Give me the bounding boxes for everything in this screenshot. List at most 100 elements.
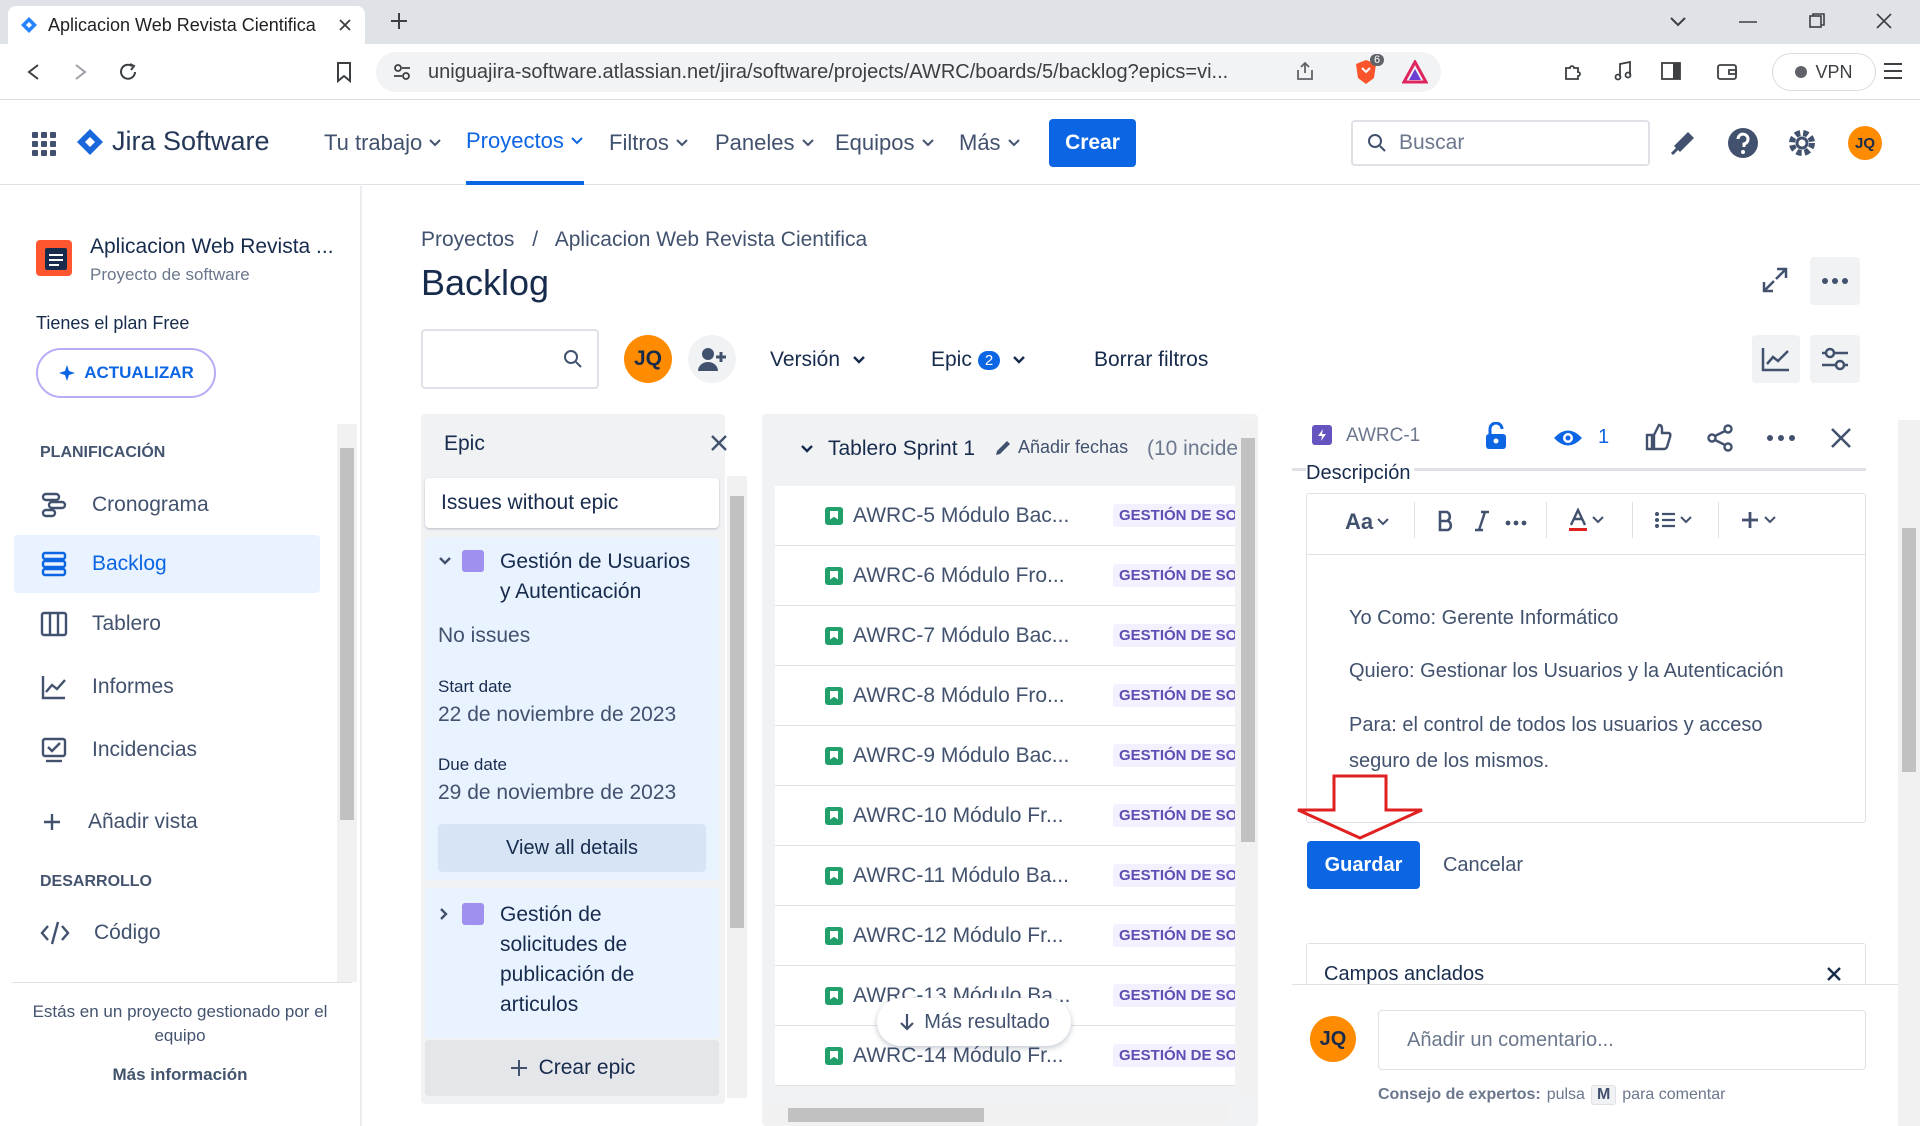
- sprint-hscroll-thumb[interactable]: [788, 1108, 984, 1122]
- insights-button[interactable]: [1752, 335, 1800, 383]
- clear-filters-button[interactable]: Borrar filtros: [1094, 340, 1208, 380]
- chevron-down-icon[interactable]: [800, 444, 814, 454]
- assignee-filter-avatar[interactable]: JQ: [624, 335, 672, 383]
- browser-tab[interactable]: Aplicacion Web Revista Cientifica: [8, 6, 365, 44]
- create-epic-button[interactable]: Crear epic: [425, 1040, 719, 1096]
- epic-panel-scrollbar-thumb[interactable]: [730, 496, 744, 928]
- brave-shield-icon[interactable]: 6: [1352, 54, 1385, 86]
- more-formatting-icon[interactable]: [1505, 520, 1527, 526]
- share-icon[interactable]: [1294, 60, 1316, 82]
- breadcrumb-project[interactable]: Aplicacion Web Revista Cientifica: [555, 228, 867, 251]
- help-icon[interactable]: [1727, 127, 1759, 159]
- sidebar-item-informes[interactable]: Informes: [40, 658, 320, 716]
- epic-panel-scrollbar[interactable]: [727, 476, 747, 1098]
- detail-scrollbar-thumb[interactable]: [1902, 528, 1916, 772]
- backlog-search-input[interactable]: [421, 329, 599, 389]
- issue-row[interactable]: AWRC-11 Módulo Ba... GESTIÓN DE SOLI: [775, 846, 1235, 906]
- close-panel-icon[interactable]: [1829, 426, 1853, 450]
- epic-lozenge[interactable]: GESTIÓN DE SOLI: [1113, 624, 1235, 647]
- text-style-dropdown[interactable]: Aa: [1345, 509, 1389, 535]
- epic-lozenge[interactable]: GESTIÓN DE SOLI: [1113, 984, 1235, 1007]
- extensions-icon[interactable]: [1562, 60, 1584, 82]
- close-epic-panel-icon[interactable]: [710, 434, 728, 452]
- issue-row[interactable]: AWRC-8 Módulo Fro... GESTIÓN DE SOLI: [775, 666, 1235, 726]
- view-settings-button[interactable]: [1810, 335, 1860, 383]
- insert-dropdown[interactable]: [1740, 510, 1776, 530]
- epic-lozenge[interactable]: GESTIÓN DE SOLI: [1113, 684, 1235, 707]
- epic-lozenge[interactable]: GESTIÓN DE SOLI: [1113, 1044, 1235, 1067]
- nav-proyectos[interactable]: Proyectos: [466, 100, 584, 185]
- cancel-button[interactable]: Cancelar: [1428, 841, 1538, 889]
- close-tab-icon[interactable]: [337, 17, 353, 33]
- more-dots-icon[interactable]: [1766, 434, 1796, 442]
- more-results-button[interactable]: Más resultado: [877, 998, 1071, 1046]
- fullscreen-icon[interactable]: [1760, 265, 1790, 295]
- nav-mas[interactable]: Más: [959, 100, 1021, 185]
- sidebar-scrollbar-thumb[interactable]: [340, 448, 354, 820]
- search-input[interactable]: Buscar: [1351, 120, 1650, 166]
- epic-name[interactable]: Gestión de solicitudes de publicación de…: [500, 900, 680, 1020]
- upgrade-button[interactable]: ACTUALIZAR: [36, 348, 216, 398]
- jira-logo[interactable]: Jira Software: [76, 126, 270, 157]
- epic-lozenge[interactable]: GESTIÓN DE SOLI: [1113, 864, 1235, 887]
- new-tab-icon[interactable]: [388, 10, 410, 32]
- chevron-down-icon[interactable]: [438, 556, 452, 566]
- add-people-button[interactable]: [688, 335, 736, 383]
- browser-menu-icon[interactable]: [1883, 62, 1903, 80]
- text-color-dropdown[interactable]: [1568, 508, 1604, 532]
- close-window-icon[interactable]: [1875, 12, 1893, 30]
- media-icon[interactable]: [1612, 60, 1634, 82]
- epic-lozenge[interactable]: GESTIÓN DE SOLI: [1113, 564, 1235, 587]
- watch-button[interactable]: 1: [1552, 426, 1609, 449]
- sprint-horizontal-scrollbar[interactable]: [766, 1104, 1228, 1124]
- more-actions-button[interactable]: [1810, 257, 1860, 305]
- tab-list-chevron-icon[interactable]: [1668, 14, 1688, 28]
- wallet-icon[interactable]: [1716, 60, 1738, 82]
- notifications-icon[interactable]: [1668, 128, 1698, 158]
- forward-icon[interactable]: [62, 54, 98, 90]
- sidebar-item-backlog[interactable]: Backlog: [14, 535, 320, 593]
- epic-lozenge[interactable]: GESTIÓN DE SOLI: [1113, 744, 1235, 767]
- bookmark-icon[interactable]: [326, 54, 362, 90]
- epic-lozenge[interactable]: GESTIÓN DE SOLI: [1113, 804, 1235, 827]
- issues-without-epic[interactable]: Issues without epic: [425, 478, 719, 528]
- vpn-button[interactable]: VPN: [1772, 53, 1876, 91]
- issue-row[interactable]: AWRC-7 Módulo Bac... GESTIÓN DE SOLI: [775, 606, 1235, 666]
- app-switcher-icon[interactable]: [30, 130, 58, 158]
- brave-rewards-icon[interactable]: [1402, 60, 1428, 84]
- share-icon[interactable]: [1706, 424, 1734, 452]
- nav-tu-trabajo[interactable]: Tu trabajo: [324, 100, 442, 185]
- save-button[interactable]: Guardar: [1307, 841, 1420, 889]
- issue-row[interactable]: AWRC-5 Módulo Bac... GESTIÓN DE SOLI: [775, 486, 1235, 546]
- breadcrumb-projects[interactable]: Proyectos: [421, 228, 514, 251]
- user-avatar[interactable]: JQ: [1848, 126, 1882, 160]
- issue-row[interactable]: AWRC-10 Módulo Fr... GESTIÓN DE SOLI: [775, 786, 1235, 846]
- sidebar-item-codigo[interactable]: Código: [40, 904, 320, 962]
- add-view-button[interactable]: Añadir vista: [40, 793, 320, 851]
- version-filter[interactable]: Versión: [770, 340, 866, 380]
- view-all-details-button[interactable]: View all details: [438, 824, 706, 872]
- add-dates-button[interactable]: Añadir fechas: [994, 437, 1128, 458]
- detail-scrollbar[interactable]: [1898, 420, 1920, 1126]
- issue-row[interactable]: AWRC-9 Módulo Bac... GESTIÓN DE SOLI: [775, 726, 1235, 786]
- nav-filtros[interactable]: Filtros: [609, 100, 689, 185]
- restore-icon[interactable]: [1808, 12, 1826, 30]
- close-pinned-icon[interactable]: [1826, 966, 1842, 982]
- epic-lozenge[interactable]: GESTIÓN DE SOLI: [1113, 924, 1235, 947]
- italic-icon[interactable]: [1474, 510, 1490, 532]
- reload-icon[interactable]: [110, 54, 146, 90]
- nav-paneles[interactable]: Paneles: [715, 100, 815, 185]
- thumbs-up-icon[interactable]: [1644, 423, 1672, 451]
- sidebar-item-cronograma[interactable]: Cronograma: [40, 476, 320, 534]
- epic-lozenge[interactable]: GESTIÓN DE SOLI: [1113, 504, 1235, 527]
- issue-row[interactable]: AWRC-6 Módulo Fro... GESTIÓN DE SOLI: [775, 546, 1235, 606]
- site-settings-icon[interactable]: [392, 62, 412, 82]
- minimize-icon[interactable]: [1738, 20, 1758, 24]
- chevron-right-icon[interactable]: [439, 907, 449, 921]
- issue-key[interactable]: AWRC-1: [1346, 425, 1420, 447]
- sprint-scrollbar-thumb[interactable]: [1241, 438, 1255, 842]
- sidebar-scrollbar[interactable]: [337, 424, 357, 982]
- settings-gear-icon[interactable]: [1786, 127, 1818, 159]
- address-bar[interactable]: uniguajira-software.atlassian.net/jira/s…: [376, 52, 1441, 92]
- bold-icon[interactable]: [1436, 510, 1456, 532]
